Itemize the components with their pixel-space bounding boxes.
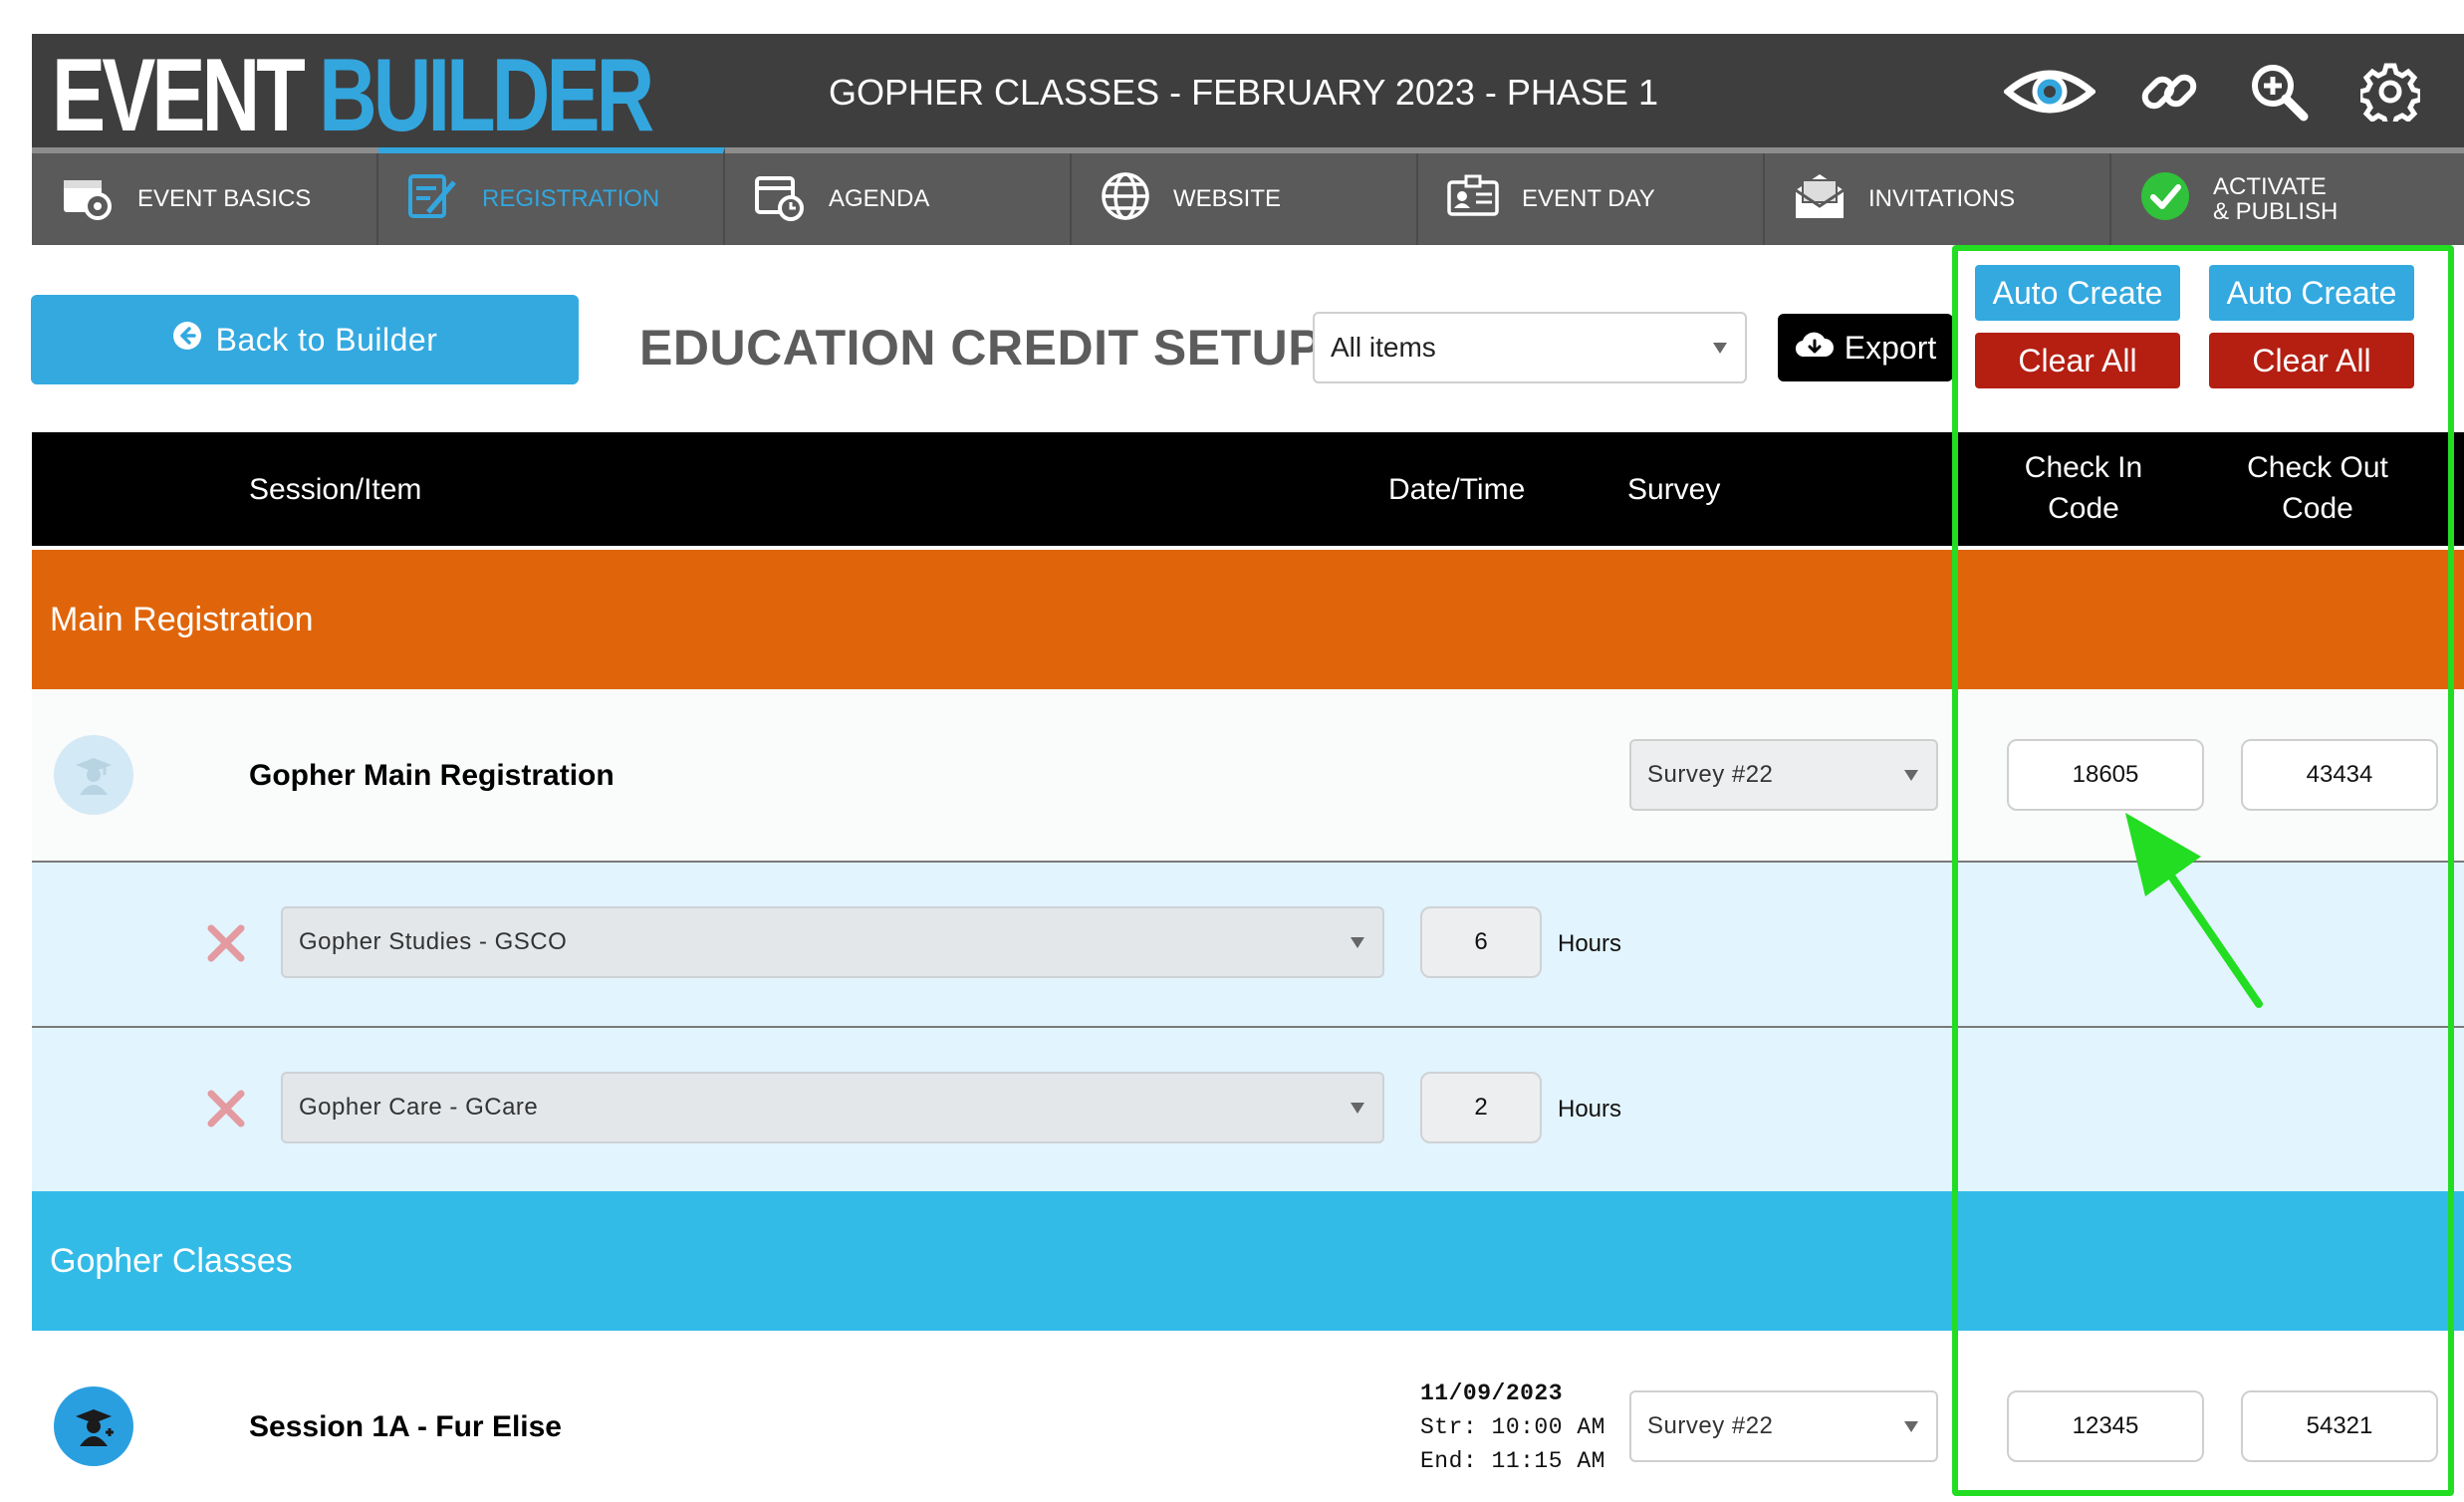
tab-registration[interactable]: REGISTRATION: [378, 147, 725, 245]
section-header-gopher-classes: Gopher Classes: [32, 1191, 2464, 1331]
edit-form-icon: [406, 170, 460, 229]
credit-row: Gopher Care - GCare 2 Hours: [32, 1028, 2464, 1191]
tab-label: INVITATIONS: [1868, 185, 2016, 213]
check-circle-icon: [2139, 170, 2191, 229]
filter-value: All items: [1331, 332, 1436, 363]
session-datetime: 11/09/2023 Str: 10:00 AM End: 11:15 AM: [1420, 1377, 1605, 1478]
auto-create-checkout-button[interactable]: Auto Create: [2209, 265, 2414, 321]
credit-type-value: Gopher Care - GCare: [299, 1094, 539, 1121]
credit-row: Gopher Studies - GSCO 6 Hours: [32, 863, 2464, 1026]
event-title: GOPHER CLASSES - FEBRUARY 2023 - PHASE 1: [829, 72, 1658, 113]
globe-icon: [1100, 170, 1151, 229]
column-checkin-line1: Check In: [2024, 451, 2143, 484]
chevron-down-icon: [1351, 937, 1364, 948]
app-header: EVENT BUILDER GOPHER CLASSES - FEBRUARY 2…: [32, 34, 2464, 147]
tab-invitations[interactable]: INVITATIONS: [1765, 153, 2111, 245]
tab-label: AGENDA: [829, 185, 930, 213]
item-filter-select[interactable]: All items: [1313, 312, 1747, 383]
credit-type-select[interactable]: Gopher Studies - GSCO: [281, 906, 1384, 978]
tab-label: ACTIVATE & PUBLISH: [2213, 174, 2338, 224]
column-survey: Survey: [1627, 473, 1721, 506]
tab-label-line1: ACTIVATE: [2213, 172, 2327, 200]
hours-label: Hours: [1558, 930, 1622, 957]
credit-type-value: Gopher Studies - GSCO: [299, 928, 568, 955]
builder-nav: EVENT BASICS REGISTRATION AGENDA WEBSITE…: [32, 147, 2464, 245]
export-button[interactable]: Export: [1778, 314, 1953, 381]
session-title: Gopher Main Registration: [249, 759, 615, 792]
remove-credit-icon[interactable]: [203, 1086, 249, 1131]
arrow-left-circle-icon: [172, 321, 202, 359]
tab-label-line2: & PUBLISH: [2213, 198, 2339, 225]
page-title: EDUCATION CREDIT SETUP: [639, 320, 1323, 376]
credit-hours-input[interactable]: 6: [1420, 906, 1542, 978]
envelope-icon: [1793, 170, 1847, 229]
chevron-down-icon: [1904, 770, 1918, 781]
column-checkin-code: Check In Code: [1974, 448, 2193, 529]
section-title: Main Registration: [50, 600, 314, 638]
checkout-code-input[interactable]: 54321: [2241, 1390, 2438, 1462]
credit-hours-input[interactable]: 2: [1420, 1072, 1542, 1143]
back-to-builder-button[interactable]: Back to Builder: [31, 295, 579, 384]
badge-icon: [1446, 172, 1500, 227]
graduate-icon: [54, 735, 133, 815]
column-checkout-line1: Check Out: [2247, 451, 2388, 484]
section-header-main-registration: Main Registration: [32, 550, 2464, 689]
auto-create-checkin-button[interactable]: Auto Create: [1975, 265, 2180, 321]
logo-word-event: EVENT: [52, 38, 306, 153]
survey-value: Survey #22: [1647, 761, 1774, 788]
eye-icon[interactable]: [2004, 52, 2095, 131]
survey-value: Survey #22: [1647, 1412, 1774, 1439]
chevron-down-icon: [1713, 343, 1727, 354]
column-checkout-code: Check Out Code: [2208, 448, 2427, 529]
table-row: Session 1A - Fur Elise 11/09/2023 Str: 1…: [32, 1331, 2464, 1502]
tab-event-day[interactable]: EVENT DAY: [1418, 153, 1765, 245]
calendar-clock-icon: [753, 170, 807, 229]
cloud-download-icon: [1795, 329, 1835, 367]
survey-select[interactable]: Survey #22: [1629, 739, 1938, 811]
tab-label: REGISTRATION: [482, 185, 660, 213]
tab-activate-publish[interactable]: ACTIVATE & PUBLISH: [2111, 153, 2464, 245]
graduate-icon: [54, 1386, 133, 1466]
survey-select[interactable]: Survey #22: [1629, 1390, 1938, 1462]
clear-all-checkout-button[interactable]: Clear All: [2209, 333, 2414, 388]
checkin-code-input[interactable]: 12345: [2007, 1390, 2204, 1462]
event-settings-icon: [60, 170, 116, 229]
session-start: Str: 10:00 AM: [1420, 1414, 1605, 1441]
column-checkout-line2: Code: [2282, 491, 2353, 525]
credit-type-select[interactable]: Gopher Care - GCare: [281, 1072, 1384, 1143]
tab-label: EVENT BASICS: [137, 185, 312, 213]
section-title: Gopher Classes: [50, 1241, 293, 1280]
hours-label: Hours: [1558, 1096, 1622, 1123]
tab-agenda[interactable]: AGENDA: [725, 153, 1072, 245]
tab-event-basics[interactable]: EVENT BASICS: [32, 153, 378, 245]
session-date: 11/09/2023: [1420, 1380, 1564, 1406]
session-end: End: 11:15 AM: [1420, 1448, 1605, 1475]
tab-label: EVENT DAY: [1522, 185, 1655, 213]
link-icon[interactable]: [2123, 52, 2215, 131]
table-header: Session/Item Date/Time Survey Check In Co…: [32, 432, 2464, 546]
tab-label: WEBSITE: [1173, 185, 1282, 213]
remove-credit-icon[interactable]: [203, 920, 249, 966]
column-checkin-line2: Code: [2048, 491, 2119, 525]
tab-website[interactable]: WEBSITE: [1072, 153, 1418, 245]
column-session: Session/Item: [249, 473, 422, 506]
app-logo: EVENT BUILDER: [52, 44, 654, 147]
chevron-down-icon: [1904, 1421, 1918, 1432]
column-datetime: Date/Time: [1388, 473, 1526, 506]
logo-word-builder: BUILDER: [319, 38, 654, 153]
zoom-in-icon[interactable]: [2233, 52, 2325, 131]
clear-all-checkin-button[interactable]: Clear All: [1975, 333, 2180, 388]
session-title: Session 1A - Fur Elise: [249, 1410, 562, 1443]
gear-icon[interactable]: [2344, 52, 2436, 131]
chevron-down-icon: [1351, 1103, 1364, 1114]
back-button-label: Back to Builder: [215, 321, 438, 358]
annotation-arrow-icon: [2125, 813, 2263, 1008]
table-row: Gopher Main Registration Survey #22 1860…: [32, 689, 2464, 861]
export-label: Export: [1844, 329, 1937, 366]
